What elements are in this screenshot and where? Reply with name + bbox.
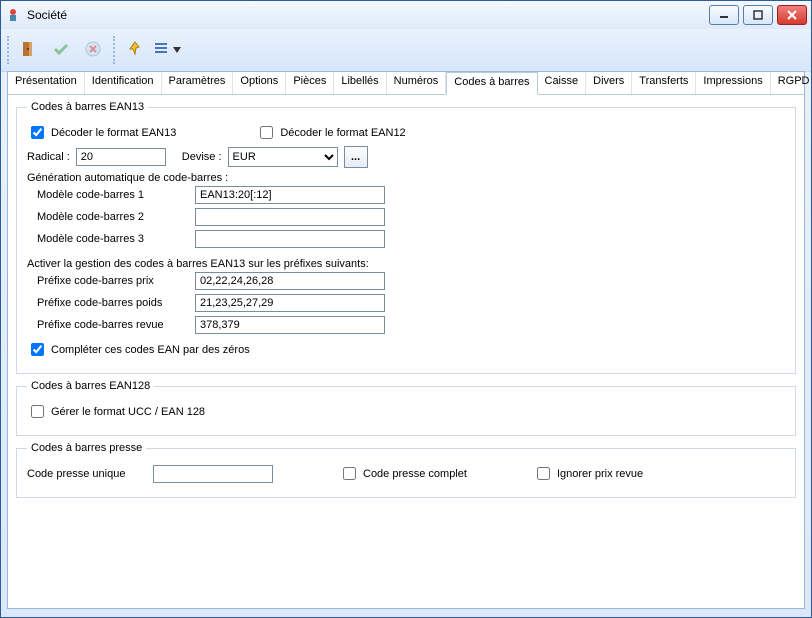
complete-zeros-label: Compléter ces codes EAN par des zéros [51, 344, 250, 356]
decode-ean13-checkbox[interactable] [31, 126, 44, 139]
door-icon [20, 40, 38, 61]
app-icon [5, 7, 21, 23]
window-title: Société [27, 8, 709, 22]
prefix-revue-label: Préfixe code-barres revue [37, 319, 187, 331]
toolbar-exit-button[interactable] [15, 36, 43, 64]
tab-codes-barres[interactable]: Codes à barres [446, 72, 537, 95]
ignorer-prix-checkbox[interactable] [537, 467, 550, 480]
auto-gen-label: Génération automatique de code-barres : [27, 172, 785, 184]
tab-param-tres[interactable]: Paramètres [162, 72, 234, 94]
tab-divers[interactable]: Divers [586, 72, 632, 94]
group-presse: Codes à barres presse Code presse unique… [16, 442, 796, 498]
maximize-button[interactable] [743, 5, 773, 25]
model3-input[interactable] [195, 230, 385, 248]
decode-ean12-label: Décoder le format EAN12 [280, 127, 405, 139]
close-button[interactable] [777, 5, 807, 25]
radical-label: Radical : [27, 151, 70, 163]
prefix-prix-input[interactable] [195, 272, 385, 290]
tab-pr-sentation[interactable]: Présentation [8, 72, 85, 94]
decode-ean13-label: Décoder le format EAN13 [51, 127, 176, 139]
devise-browse-button[interactable]: ... [344, 146, 368, 168]
group-ean128-legend: Codes à barres EAN128 [27, 380, 154, 392]
model1-label: Modèle code-barres 1 [37, 189, 187, 201]
group-ean13: Codes à barres EAN13 Décoder le format E… [16, 101, 796, 374]
tab-transferts[interactable]: Transferts [632, 72, 696, 94]
complete-zeros-checkbox[interactable] [31, 343, 44, 356]
prefix-revue-input[interactable] [195, 316, 385, 334]
model2-label: Modèle code-barres 2 [37, 211, 187, 223]
chevron-down-icon [173, 44, 181, 56]
list-icon [153, 40, 171, 61]
model2-input[interactable] [195, 208, 385, 226]
ignorer-prix-checkbox-wrap[interactable]: Ignorer prix revue [533, 464, 643, 483]
decode-ean12-checkbox[interactable] [260, 126, 273, 139]
tab-rgpd[interactable]: RGPD [771, 72, 812, 94]
minimize-button[interactable] [709, 5, 739, 25]
prefix-prix-label: Préfixe code-barres prix [37, 275, 187, 287]
manage-ucc-label: Gérer le format UCC / EAN 128 [51, 406, 205, 418]
group-ean128: Codes à barres EAN128 Gérer le format UC… [16, 380, 796, 436]
check-icon [52, 40, 70, 61]
toolbar-cancel-button[interactable] [79, 36, 107, 64]
toolbar-pin-button[interactable] [121, 36, 149, 64]
group-ean13-legend: Codes à barres EAN13 [27, 101, 148, 113]
complete-zeros-checkbox-wrap[interactable]: Compléter ces codes EAN par des zéros [27, 340, 250, 359]
decode-ean12-checkbox-wrap[interactable]: Décoder le format EAN12 [256, 123, 405, 142]
devise-label: Devise : [182, 151, 222, 163]
presse-unique-label: Code presse unique [27, 468, 147, 480]
tab-content: Codes à barres EAN13 Décoder le format E… [8, 95, 804, 510]
client-area: PrésentationIdentificationParamètresOpti… [7, 71, 805, 609]
devise-select[interactable]: EUR [228, 147, 338, 167]
x-circle-icon [84, 40, 102, 61]
group-presse-legend: Codes à barres presse [27, 442, 146, 454]
presse-complet-label: Code presse complet [363, 468, 467, 480]
tab-libell-s[interactable]: Libellés [334, 72, 386, 94]
pin-icon [126, 40, 144, 61]
toolbar-list-button[interactable] [153, 36, 181, 64]
ignorer-prix-label: Ignorer prix revue [557, 468, 643, 480]
titlebar: Société [1, 1, 811, 29]
tab-pi-ces[interactable]: Pièces [286, 72, 334, 94]
tab-identification[interactable]: Identification [85, 72, 162, 94]
decode-ean13-checkbox-wrap[interactable]: Décoder le format EAN13 [27, 123, 176, 142]
presse-complet-checkbox[interactable] [343, 467, 356, 480]
presse-complet-checkbox-wrap[interactable]: Code presse complet [339, 464, 467, 483]
prefix-poids-input[interactable] [195, 294, 385, 312]
manage-ucc-checkbox[interactable] [31, 405, 44, 418]
prefix-note: Activer la gestion des codes à barres EA… [27, 258, 785, 270]
radical-input[interactable] [76, 148, 166, 166]
toolbar-save-button[interactable] [47, 36, 75, 64]
tab-impressions[interactable]: Impressions [696, 72, 770, 94]
window-frame: Société [0, 0, 812, 618]
model1-input[interactable] [195, 186, 385, 204]
tab-strip: PrésentationIdentificationParamètresOpti… [8, 72, 804, 95]
presse-unique-input[interactable] [153, 465, 273, 483]
toolbar [1, 29, 811, 72]
prefix-poids-label: Préfixe code-barres poids [37, 297, 187, 309]
tab-options[interactable]: Options [233, 72, 286, 94]
tab-caisse[interactable]: Caisse [538, 72, 587, 94]
model3-label: Modèle code-barres 3 [37, 233, 187, 245]
tab-num-ros[interactable]: Numéros [387, 72, 447, 94]
manage-ucc-checkbox-wrap[interactable]: Gérer le format UCC / EAN 128 [27, 402, 205, 421]
